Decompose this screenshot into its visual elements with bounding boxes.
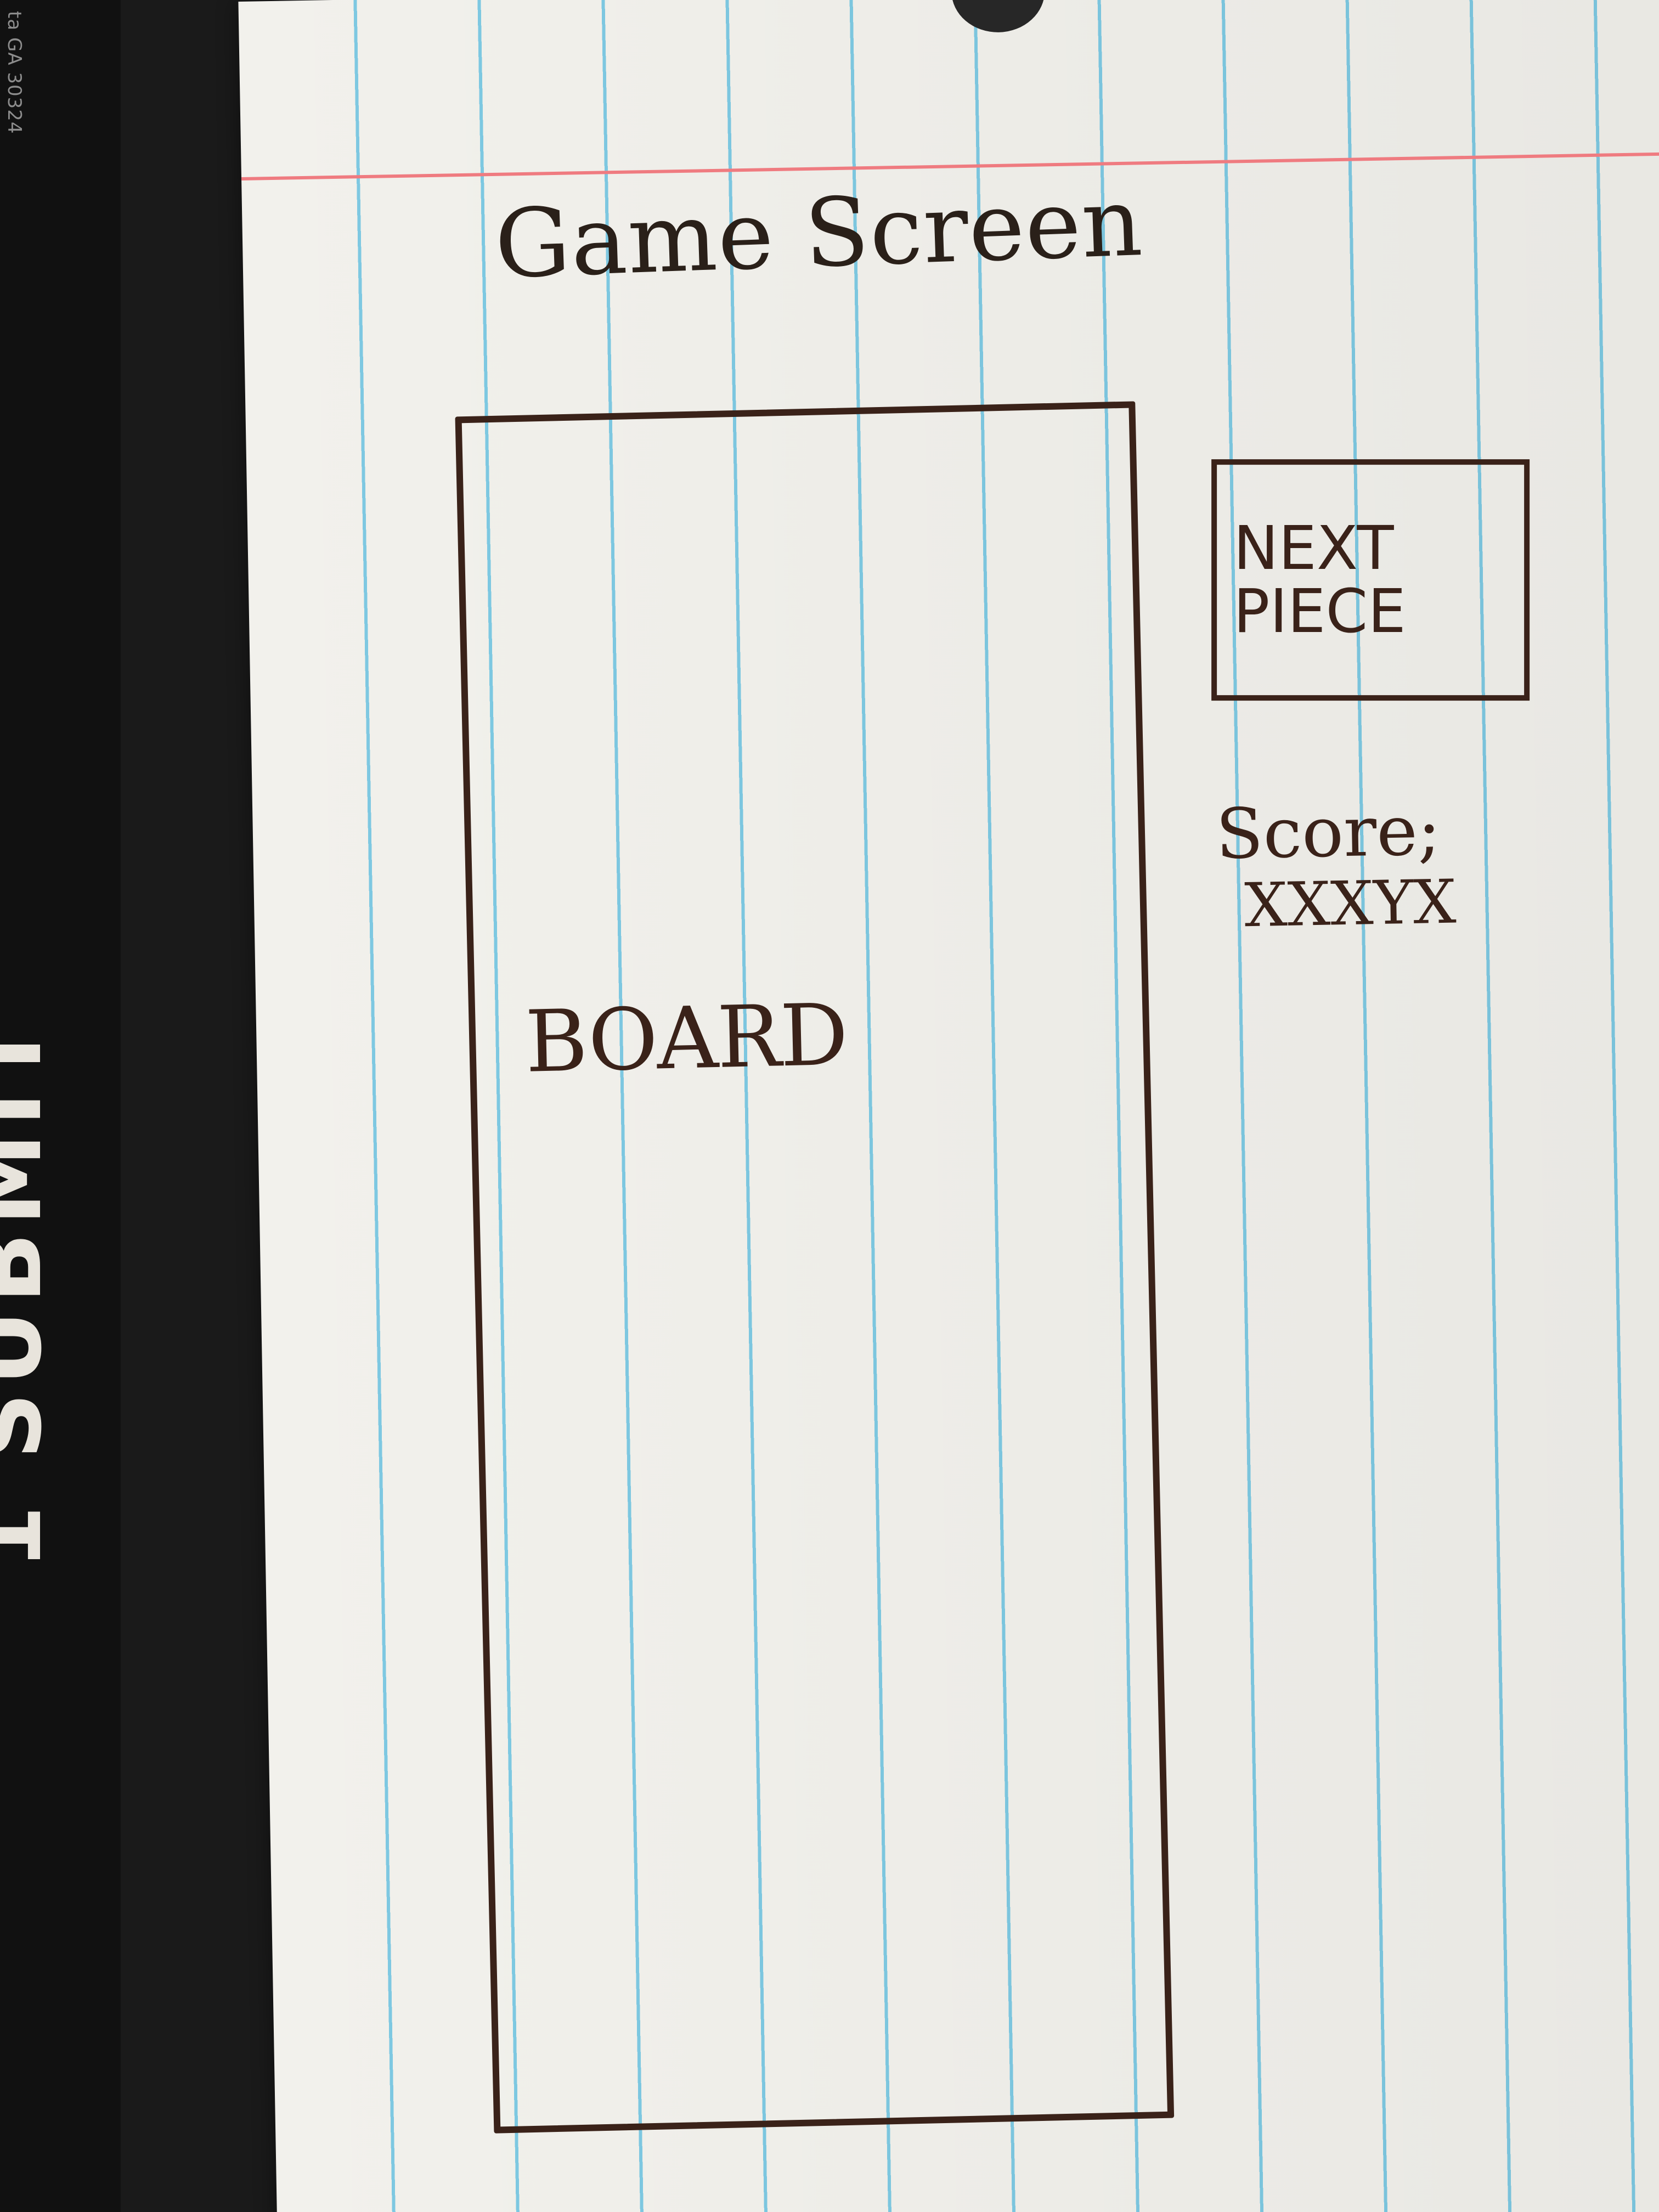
- background-box: ta GA 30324 1 SUBMIT: [0, 0, 121, 2212]
- box-edge-print: ta GA 30324: [3, 11, 25, 134]
- score-value: XXXYX: [1244, 866, 1457, 940]
- score-label: Score;: [1215, 789, 1442, 875]
- next-piece-panel: NEXT PIECE: [1211, 459, 1530, 701]
- sketch-paper: Game Screen BOARD NEXT PIECE Score; XXXY…: [238, 0, 1659, 2212]
- game-board[interactable]: BOARD: [455, 401, 1175, 2134]
- next-piece-label: NEXT PIECE: [1233, 512, 1406, 647]
- paper-hole: [951, 0, 1046, 33]
- board-label: BOARD: [524, 985, 849, 1092]
- page-title: Game Screen: [493, 167, 1145, 300]
- score-panel: Score; XXXYX: [1215, 789, 1457, 940]
- box-brand-print: 1 SUBMIT: [0, 1015, 63, 1570]
